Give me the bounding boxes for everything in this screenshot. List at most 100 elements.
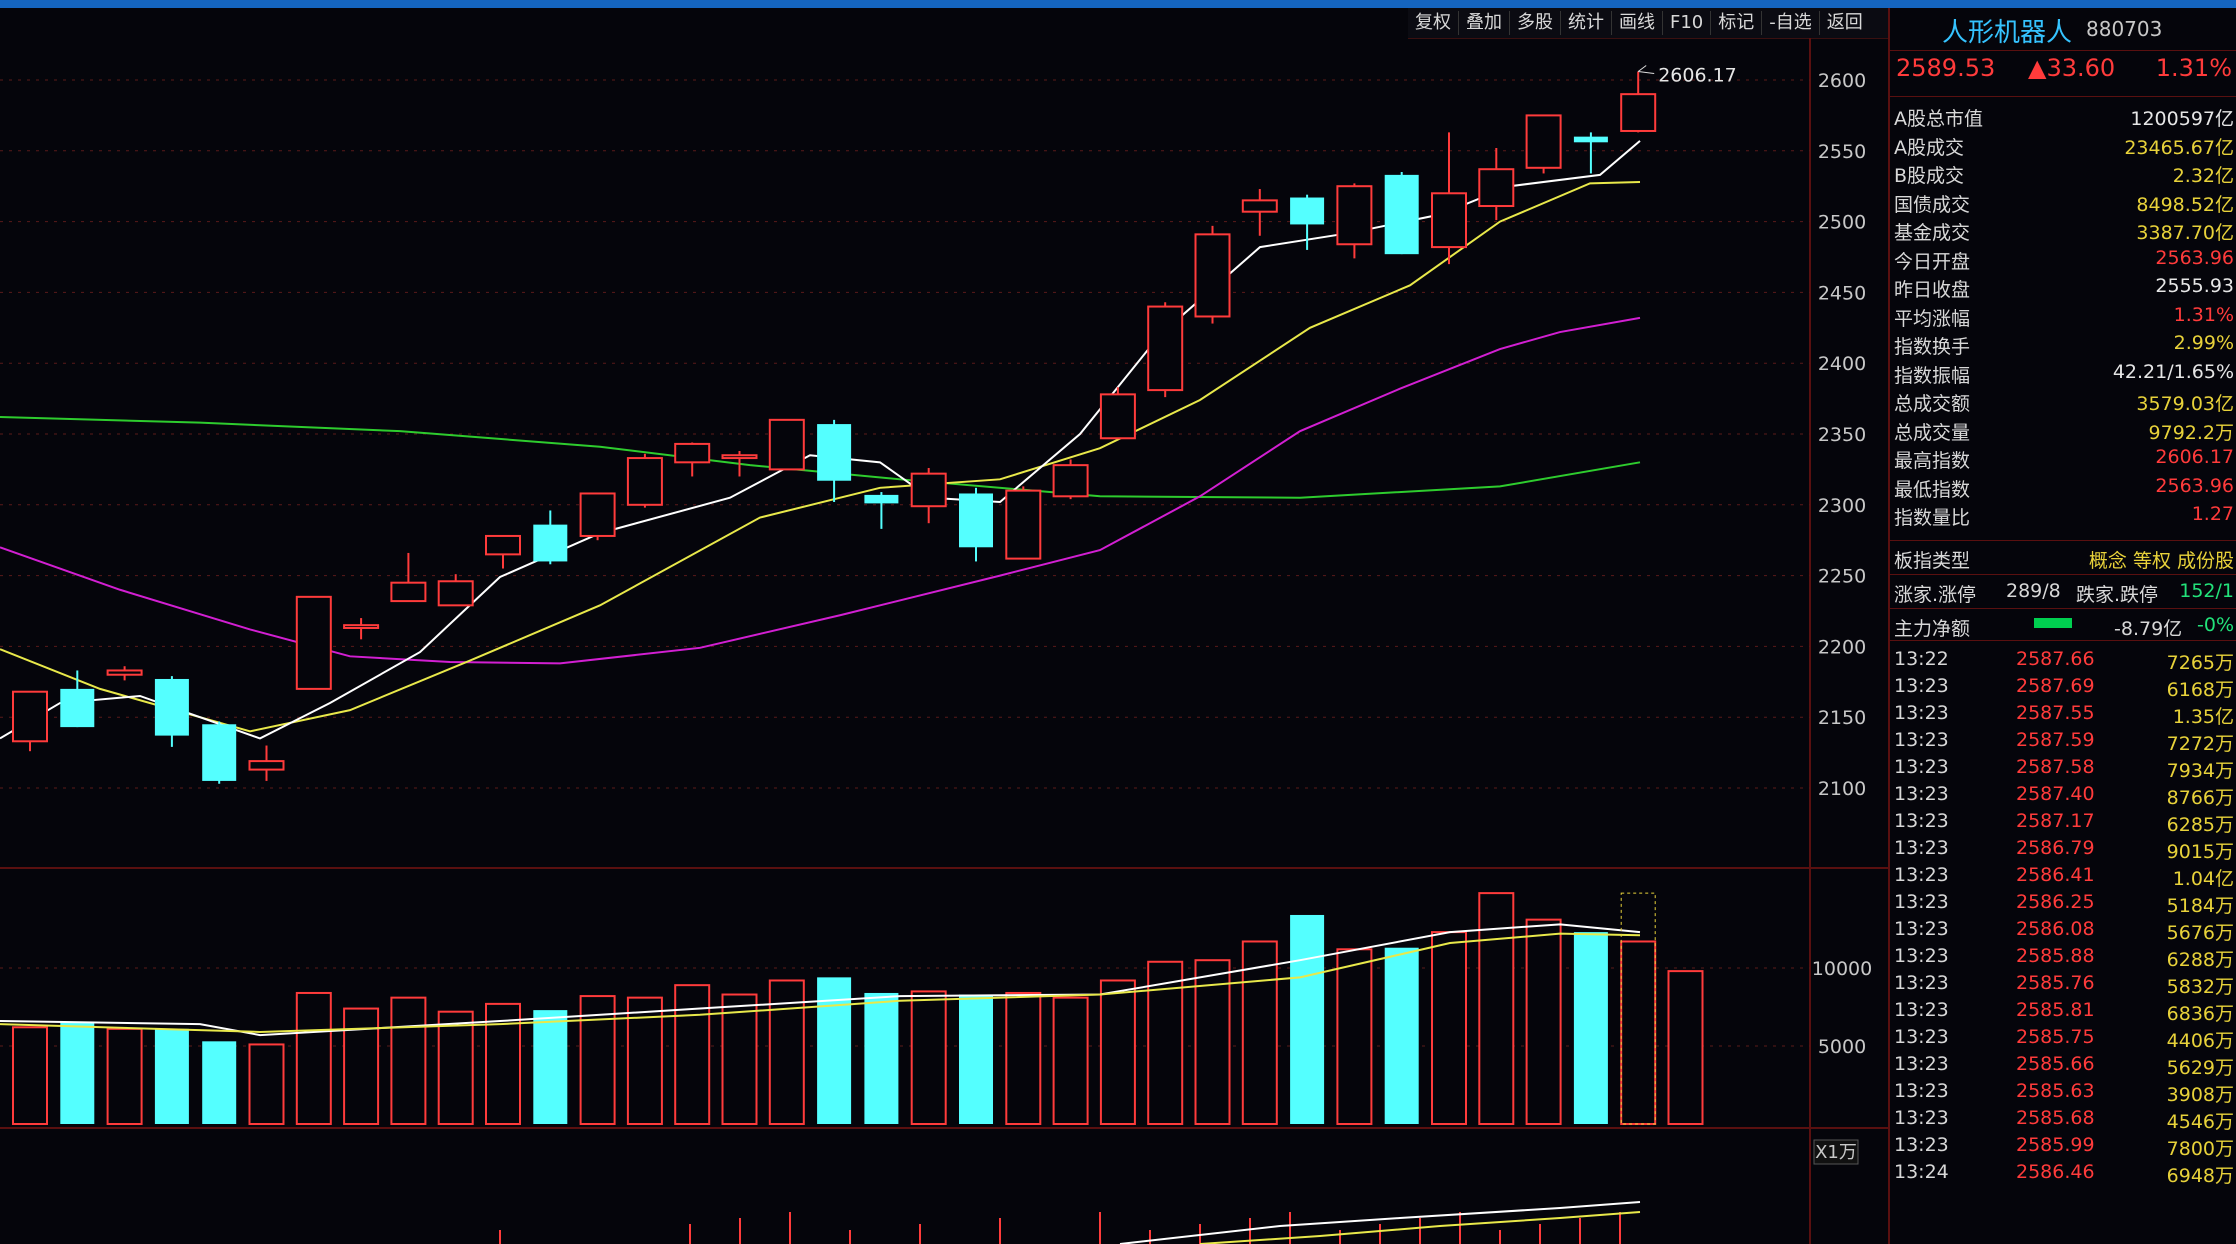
volume-bar-down: [533, 1010, 568, 1124]
stat-label: 今日开盘: [1894, 250, 1971, 273]
tick-time: 13:23: [1894, 810, 1949, 832]
tick-volume: 7265万: [2166, 652, 2234, 674]
tick-volume: 6288万: [2166, 949, 2234, 971]
toolbar-fuquan-button[interactable]: 复权: [1408, 11, 1459, 35]
tick-time: 13:23: [1894, 837, 1949, 859]
tick-time: 13:23: [1894, 729, 1949, 751]
volume-bar-up: [1005, 991, 1042, 1126]
tick-price: 2586.46: [2016, 1161, 2095, 1183]
tick-list[interactable]: 13:22 2587.66 7265万 13:23 2587.69 6168万 13:23 2…: [1894, 648, 2234, 1188]
toolbar-multi-stock-button[interactable]: 多股: [1510, 11, 1561, 35]
price-tick-label: 2550: [1818, 141, 1866, 163]
tick-volume: 5676万: [2166, 922, 2234, 944]
tick-price: 2585.99: [2016, 1134, 2095, 1156]
tick-price: 2586.25: [2016, 891, 2095, 913]
tick-row: 13:23 2585.81 6836万: [1894, 999, 2234, 1026]
candle-body-up: [721, 454, 758, 460]
tick-volume: 6836万: [2166, 1003, 2234, 1025]
index-name[interactable]: 人形机器人: [1942, 12, 2072, 49]
tick-price: 2585.68: [2016, 1107, 2095, 1129]
tick-row: 13:23 2585.63 3908万: [1894, 1080, 2234, 1107]
candle-body-down: [864, 494, 899, 504]
toolbar-draw-button[interactable]: 画线: [1612, 11, 1663, 35]
toolbar-f10-button[interactable]: F10: [1663, 11, 1712, 35]
kline-chart[interactable]: 2100 2150 2200 2250 2300 2350 2400 2450 2500 2550…: [0, 38, 1888, 1244]
volume-bar-up: [106, 1027, 143, 1126]
tick-row: 13:23 2585.99 7800万: [1894, 1134, 2234, 1161]
volume-bar-up: [1667, 970, 1704, 1125]
tick-price: 2587.17: [2016, 810, 2095, 832]
tick-time: 13:23: [1894, 1053, 1949, 1075]
ma20-line: [0, 316, 1641, 665]
stat-label: A股成交: [1894, 136, 1964, 159]
stat-label: 基金成交: [1894, 222, 1971, 244]
price-summary: 2589.53 ▲33.60 1.31%: [1894, 54, 2234, 88]
volume-bar-up: [437, 1010, 474, 1125]
tick-volume: 7934万: [2166, 760, 2234, 782]
stat-row: 最高指数 2606.17: [1894, 446, 2234, 472]
tick-row: 13:23 2585.88 6288万: [1894, 945, 2234, 972]
toolbar-overlay-button[interactable]: 叠加: [1459, 11, 1510, 35]
stat-value: 2.32亿: [2172, 165, 2234, 187]
tick-time: 13:23: [1894, 675, 1949, 697]
tick-row: 13:23 2586.08 5676万: [1894, 918, 2234, 945]
price-tick-label: 2350: [1818, 424, 1866, 446]
candle-body-up: [1478, 168, 1515, 208]
tick-volume: 1.35亿: [2172, 706, 2234, 728]
volume-unit-label: X1万: [1815, 1142, 1857, 1163]
stat-label: 指数振幅: [1894, 364, 1971, 387]
toolbar-stats-button[interactable]: 统计: [1561, 11, 1612, 35]
volume-bar-down: [202, 1041, 237, 1124]
stat-row: 平均涨幅 1.31%: [1894, 304, 2234, 330]
tick-volume: 4546万: [2166, 1111, 2234, 1133]
price-tick-label: 2150: [1818, 707, 1866, 729]
stat-row: 指数振幅 42.21/1.65%: [1894, 361, 2234, 387]
tick-price: 2586.08: [2016, 918, 2095, 940]
candle-body-up: [1052, 464, 1089, 498]
stat-value: 9792.2万: [2148, 421, 2234, 444]
candle-body-up: [1336, 185, 1373, 246]
stat-value: 1.27: [2191, 503, 2234, 525]
tick-row: 13:23 2587.58 7934万: [1894, 756, 2234, 783]
price-tick-label: 2400: [1818, 353, 1866, 375]
tick-volume: 5629万: [2166, 1057, 2234, 1079]
stat-value: 2563.96: [2155, 246, 2234, 269]
volume-tick-label: 5000: [1818, 1036, 1866, 1058]
stat-label: 国债成交: [1894, 193, 1971, 216]
board-type-value[interactable]: 概念 等权 成份股: [2089, 546, 2234, 573]
tick-time: 13:23: [1894, 1134, 1949, 1156]
candle-body-up: [343, 624, 380, 629]
stat-value: 3579.03亿: [2136, 393, 2234, 415]
stat-value: 42.21/1.65%: [2112, 360, 2234, 383]
tick-row: 13:23 2587.59 7272万: [1894, 729, 2234, 756]
candle-body-down: [1290, 197, 1325, 225]
toolbar-back-button[interactable]: 返回: [1820, 11, 1870, 35]
tick-volume: 7800万: [2166, 1138, 2234, 1160]
price-tick-label: 2100: [1818, 778, 1866, 800]
candle-body-up: [1099, 393, 1136, 440]
toolbar-mark-button[interactable]: 标记: [1711, 11, 1763, 35]
tick-price: 2587.66: [2016, 648, 2095, 670]
volume-bar-up: [1099, 979, 1136, 1125]
tick-time: 13:23: [1894, 756, 1949, 778]
tick-price: 2587.69: [2016, 675, 2095, 697]
high-label: 2606.17: [1658, 65, 1737, 87]
stat-label: 平均涨幅: [1894, 307, 1971, 330]
board-type-row: 板指类型 概念 等权 成份股: [1894, 546, 2234, 572]
tick-volume: 5832万: [2166, 976, 2234, 998]
toolbar-remove-watchlist-button[interactable]: -自选: [1762, 11, 1820, 35]
chart-toolbar: 复权 叠加 多股 统计 画线 F10 标记 -自选 返回: [1408, 8, 1888, 39]
volume-bar-down: [1290, 914, 1325, 1124]
tick-time: 13:23: [1894, 1080, 1949, 1102]
candle-body-up: [390, 581, 427, 603]
volume-tick-label: 10000: [1812, 958, 1872, 980]
stat-row: 总成交额 3579.03亿: [1894, 389, 2234, 415]
tick-time: 13:23: [1894, 1026, 1949, 1048]
volume-bar-down: [959, 994, 993, 1124]
volume-bar-up: [1431, 931, 1467, 1125]
tick-price: 2585.88: [2016, 945, 2095, 967]
stat-label: 最低指数: [1894, 478, 1971, 501]
candle-body-down: [1384, 174, 1419, 255]
price-tick-label: 2200: [1818, 636, 1866, 658]
volume-bar-up: [1336, 948, 1373, 1126]
